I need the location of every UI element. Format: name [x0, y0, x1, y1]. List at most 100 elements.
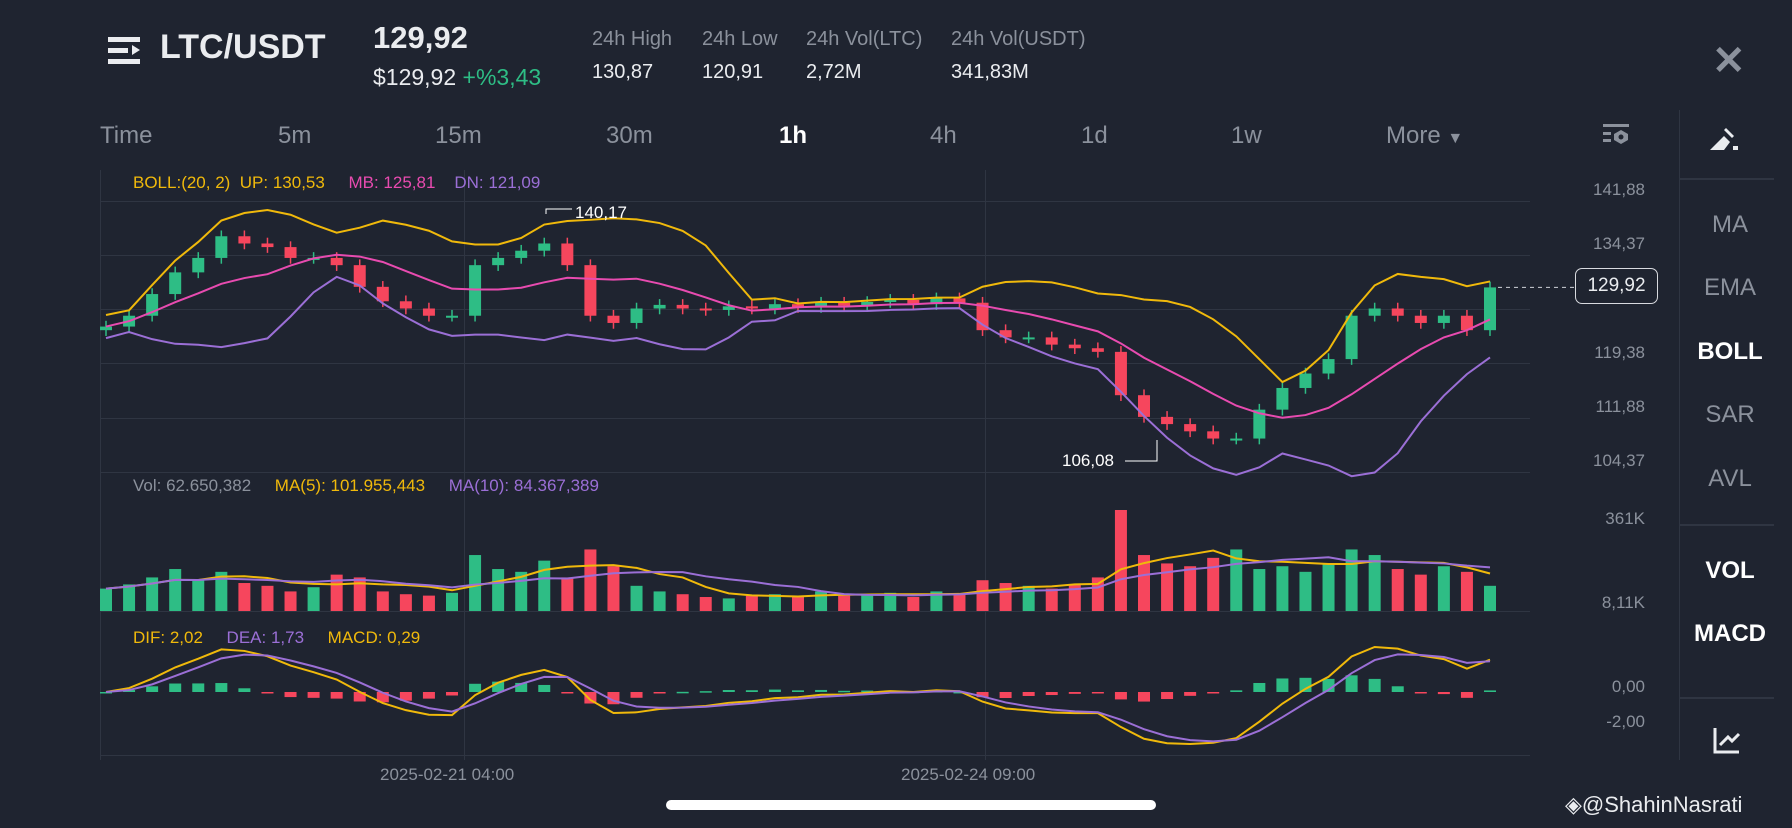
volume-bar	[676, 594, 689, 611]
macd-axis-label: -2,00	[1606, 712, 1645, 731]
macd-histogram-bar	[1091, 692, 1104, 694]
macd-histogram-bar	[469, 683, 482, 692]
candle	[653, 304, 666, 309]
candle	[422, 308, 435, 316]
candle	[1091, 348, 1104, 352]
volume-bar	[1276, 566, 1289, 611]
candle	[1368, 308, 1381, 316]
candlestick-chart[interactable]	[0, 0, 1792, 828]
candle	[100, 326, 112, 331]
macd-histogram-bar	[307, 692, 320, 698]
candle	[1414, 315, 1427, 323]
volume-bar	[192, 580, 205, 611]
candle	[584, 265, 597, 316]
volume-bar	[861, 594, 874, 611]
high-marker: 140,17	[575, 203, 627, 222]
vol-ma5: MA(5): 101.955,443	[274, 476, 426, 495]
macd-histogram-bar	[1437, 692, 1450, 695]
macd-histogram-bar	[1114, 692, 1127, 700]
candle	[261, 243, 274, 248]
volume-bar	[1091, 577, 1104, 611]
candle	[1391, 308, 1404, 316]
volume-bar	[538, 560, 551, 611]
macd-histogram-bar	[1138, 692, 1150, 702]
candle	[284, 247, 297, 258]
candle	[561, 243, 574, 266]
candle	[238, 236, 251, 244]
macd-histogram-bar	[653, 692, 666, 694]
macd-histogram-bar	[422, 692, 435, 699]
candle	[330, 257, 343, 266]
candle	[1276, 387, 1289, 410]
macd-histogram-bar	[1207, 692, 1220, 694]
macd-histogram-bar	[1391, 686, 1404, 692]
candle	[446, 315, 458, 318]
macd-histogram-bar	[722, 690, 735, 692]
candle	[745, 306, 758, 309]
vol-axis-label: 361K	[1605, 509, 1645, 528]
volume-bar	[561, 577, 574, 611]
volume-bar	[469, 555, 482, 611]
volume-bar	[284, 591, 297, 611]
volume-bar	[1460, 571, 1473, 611]
candle	[1045, 337, 1058, 345]
macd-histogram-bar	[1022, 692, 1035, 696]
volume-bar	[1161, 563, 1174, 611]
macd-histogram-bar	[745, 690, 758, 692]
candle	[699, 308, 712, 311]
candle	[515, 250, 528, 258]
macd-histogram-bar	[146, 686, 159, 692]
time-axis-label: 2025-02-24 09:00	[901, 765, 1036, 784]
candle	[1207, 431, 1220, 439]
watermark-logo-icon: ◈	[1565, 792, 1582, 817]
volume-bar	[584, 549, 597, 611]
home-indicator[interactable]	[666, 800, 1156, 810]
volume-bar	[1299, 571, 1312, 611]
candle	[1161, 416, 1174, 425]
macd-axis-label: 0,00	[1611, 677, 1645, 696]
candle	[399, 301, 412, 309]
macd-histogram-bar	[768, 689, 781, 692]
price-axis-label: 119,38	[1594, 343, 1645, 362]
macd-histogram-bar	[1276, 678, 1289, 692]
price-axis-label: 104,37	[1593, 451, 1645, 470]
volume-bar	[630, 585, 643, 611]
candle	[192, 257, 205, 273]
macd-dif: DIF: 2,02	[133, 628, 203, 647]
volume-bar	[838, 595, 851, 611]
volume-bar	[722, 598, 735, 611]
macd-histogram-bar	[446, 692, 458, 696]
high-marker-line	[545, 208, 572, 214]
candle	[1484, 287, 1496, 331]
volume-bar	[1253, 569, 1266, 611]
volume-bar	[1368, 555, 1381, 611]
vol-axis-label: 8,11K	[1601, 593, 1645, 612]
macd-histogram-bar	[1230, 690, 1243, 692]
candle	[630, 308, 643, 323]
boll-up: UP: 130,53	[239, 173, 325, 192]
volume-bar	[1322, 563, 1335, 611]
time-axis-label: 2025-02-21 04:00	[380, 765, 515, 784]
volume-bar	[1437, 566, 1450, 611]
volume-bar	[446, 592, 458, 611]
volume-bar	[1184, 566, 1197, 611]
volume-bar	[123, 584, 136, 611]
macd-histogram-bar	[1460, 692, 1473, 698]
candle	[1437, 315, 1450, 323]
volume-bar	[169, 569, 182, 611]
candle	[1322, 359, 1335, 374]
volume-bar	[1114, 510, 1127, 611]
low-marker: 106,08	[1062, 451, 1114, 470]
boll-mb: MB: 125,81	[348, 173, 436, 192]
last-price-tag[interactable]: 129,92	[1575, 268, 1658, 304]
macd-histogram-bar	[261, 692, 274, 694]
candle	[1230, 438, 1243, 441]
candle	[607, 315, 620, 323]
macd-histogram-bar	[238, 688, 251, 692]
candle	[215, 236, 228, 258]
candle	[1184, 424, 1197, 432]
volume-bar	[307, 587, 320, 611]
macd-dea: DEA: 1,73	[226, 628, 305, 647]
boll-upper-line	[105, 208, 1491, 384]
macd-histogram-bar	[284, 692, 297, 698]
